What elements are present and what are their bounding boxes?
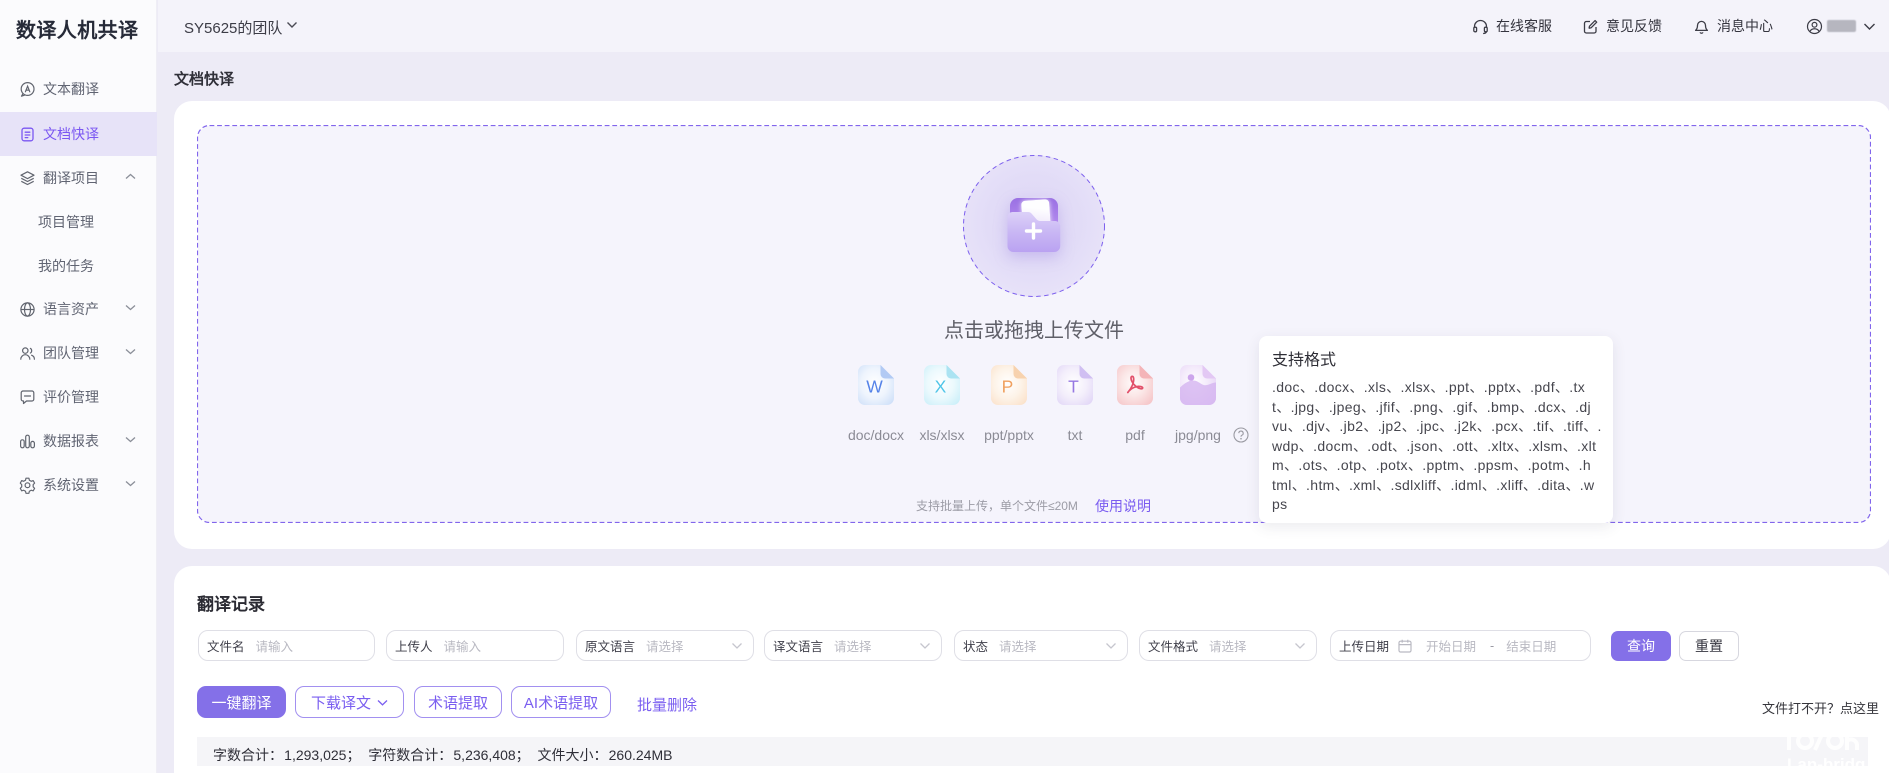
svg-text:Lan-bridg: Lan-bridg: [1787, 755, 1865, 773]
svg-text:P: P: [1002, 377, 1014, 397]
svg-text:T: T: [1068, 377, 1079, 397]
svg-text:X: X: [935, 377, 947, 397]
svg-text:W: W: [866, 377, 883, 397]
